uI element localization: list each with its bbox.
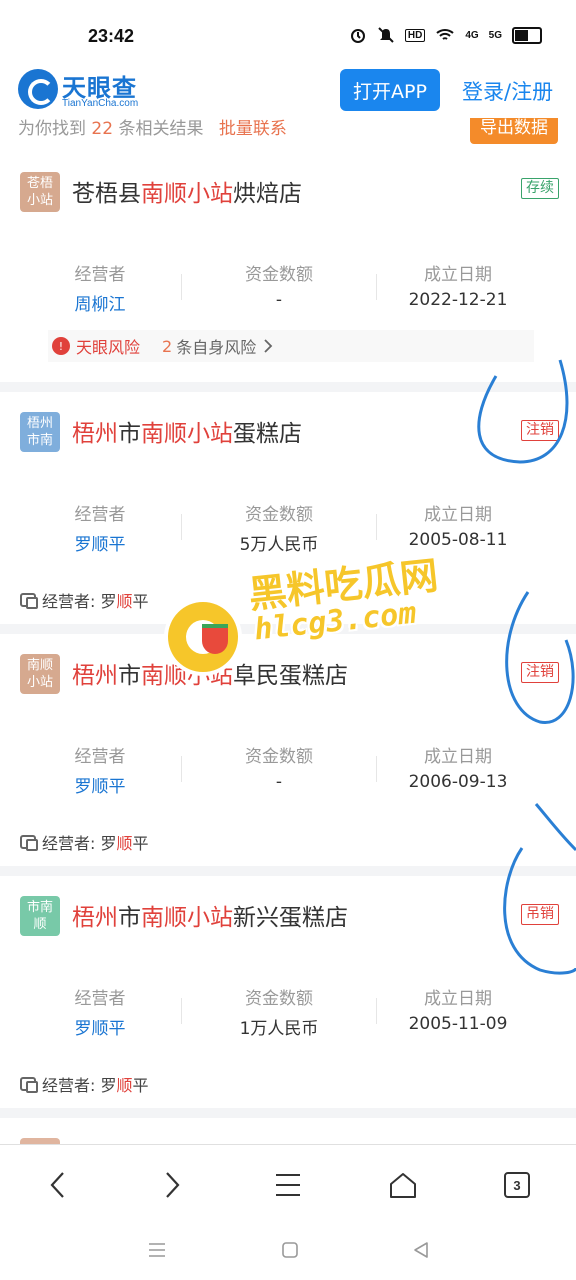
recents-icon[interactable] bbox=[148, 1242, 166, 1258]
annotation-circle bbox=[505, 591, 575, 724]
watermark-logo-icon bbox=[168, 602, 238, 672]
tabs-button[interactable]: 3 bbox=[497, 1165, 537, 1205]
home-button[interactable] bbox=[383, 1165, 423, 1205]
menu-button[interactable] bbox=[268, 1165, 308, 1205]
forward-icon bbox=[166, 1172, 180, 1198]
browser-toolbar: 3 bbox=[0, 1144, 576, 1221]
annotation-stroke bbox=[534, 803, 576, 852]
back-icon[interactable] bbox=[412, 1241, 430, 1259]
watermark: 黑料吃瓜网 hlcg3.com bbox=[168, 550, 458, 680]
forward-button[interactable] bbox=[152, 1165, 192, 1205]
tabs-icon: 3 bbox=[504, 1172, 530, 1198]
annotation-circle bbox=[477, 359, 569, 464]
menu-icon bbox=[276, 1174, 300, 1196]
system-navbar bbox=[0, 1220, 576, 1280]
home-icon bbox=[390, 1173, 416, 1198]
home-icon[interactable] bbox=[281, 1241, 299, 1259]
annotation-circle bbox=[503, 847, 576, 975]
back-button[interactable] bbox=[38, 1165, 78, 1205]
back-icon bbox=[50, 1172, 64, 1198]
